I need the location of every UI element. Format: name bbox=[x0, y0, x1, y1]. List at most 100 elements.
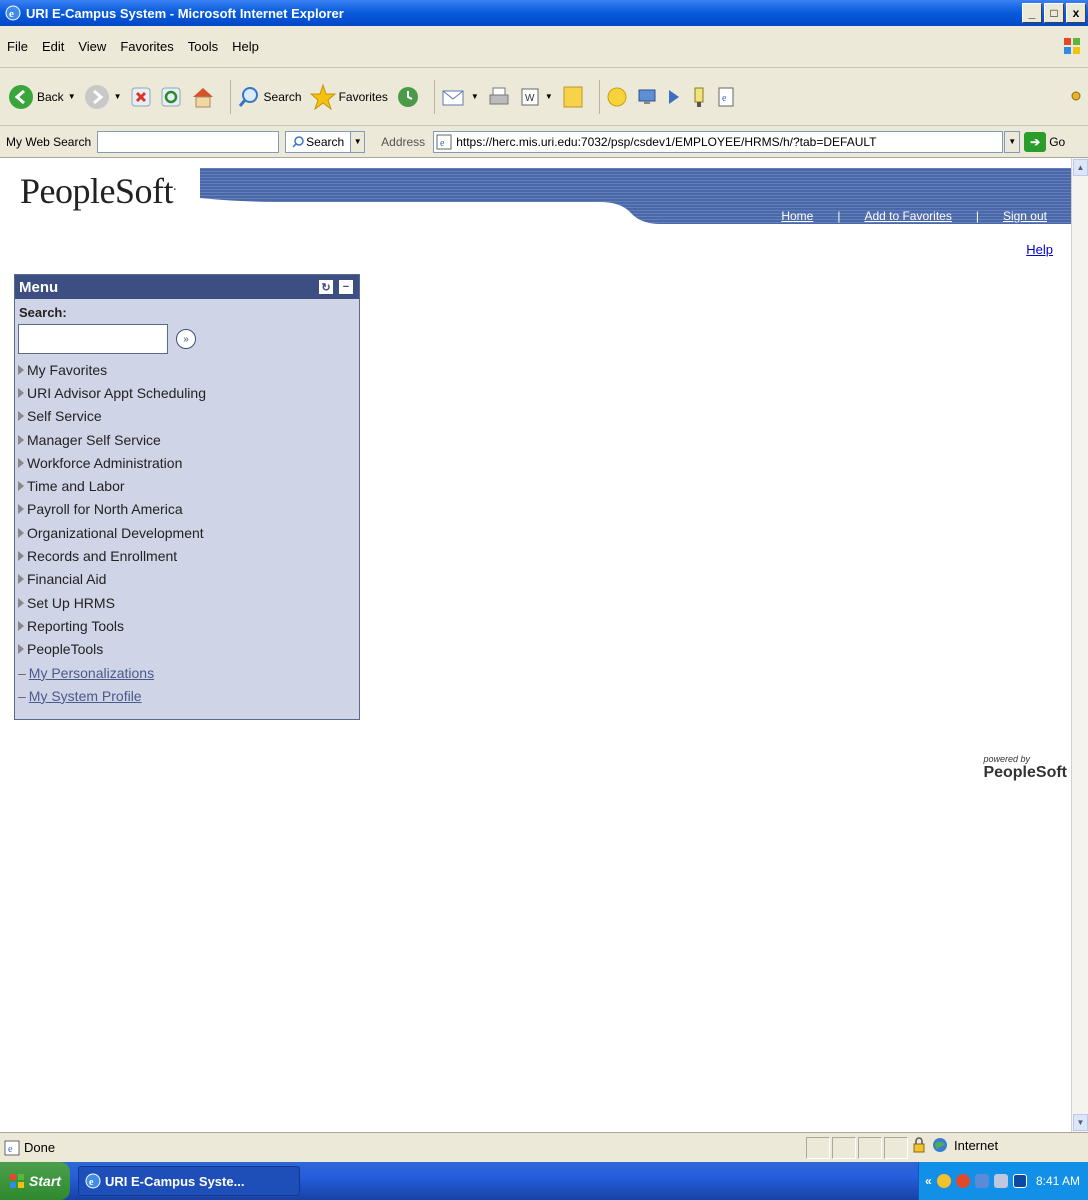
note-icon bbox=[563, 86, 583, 107]
edit-button[interactable]: W ▼ bbox=[519, 86, 553, 108]
menu-tools[interactable]: Tools bbox=[181, 39, 225, 54]
taskbar: Start e URI E-Campus Syste... « 8:41 AM bbox=[0, 1162, 1088, 1200]
menu-header: Menu ↻ − bbox=[15, 275, 359, 299]
window-titlebar[interactable]: e URI E-Campus System - Microsoft Intern… bbox=[0, 0, 1088, 26]
menu-help[interactable]: Help bbox=[225, 39, 266, 54]
start-button[interactable]: Start bbox=[0, 1162, 70, 1200]
menu-title: Menu bbox=[19, 278, 59, 296]
menu-item-label: Payroll for North America bbox=[27, 501, 183, 518]
menu-folder-reporting-tools[interactable]: Reporting Tools bbox=[15, 614, 359, 637]
svg-text:e: e bbox=[8, 1144, 13, 1155]
menu-file[interactable]: File bbox=[0, 39, 35, 54]
nav-separator: | bbox=[837, 209, 841, 223]
menu-favorites[interactable]: Favorites bbox=[113, 39, 180, 54]
go-button[interactable]: ➔ Go bbox=[1024, 131, 1065, 152]
refresh-pagelet-icon[interactable]: ↻ bbox=[319, 280, 333, 294]
toolbar-separator bbox=[433, 79, 435, 114]
mail-button[interactable]: ▼ bbox=[441, 85, 479, 109]
history-button[interactable] bbox=[396, 85, 420, 109]
forward-arrow-icon bbox=[84, 84, 109, 109]
computer-button[interactable] bbox=[636, 86, 658, 108]
print-button[interactable] bbox=[487, 85, 511, 109]
status-bar: e Done Internet bbox=[0, 1132, 1088, 1162]
edit-dropdown-icon[interactable]: ▼ bbox=[545, 92, 553, 101]
menu-folder-self-service[interactable]: Self Service bbox=[15, 405, 359, 428]
highlight-button[interactable] bbox=[690, 85, 708, 109]
clock: 8:41 AM bbox=[1035, 1174, 1080, 1188]
web-search-dropdown[interactable]: ▼ bbox=[351, 130, 366, 153]
messenger-button[interactable] bbox=[606, 86, 628, 108]
svg-text:W: W bbox=[525, 93, 535, 104]
forward-button[interactable]: ▼ bbox=[84, 84, 122, 110]
menu-folder-set-up-hrms[interactable]: Set Up HRMS bbox=[15, 591, 359, 614]
refresh-button[interactable] bbox=[160, 86, 182, 108]
shield-icon[interactable] bbox=[936, 1174, 951, 1188]
address-input[interactable]: e https://herc.mis.uri.edu:7032/psp/csde… bbox=[433, 130, 1004, 153]
close-button[interactable]: x bbox=[1066, 3, 1086, 23]
expand-triangle-icon bbox=[18, 364, 24, 375]
vertical-scrollbar[interactable]: ▲ ▼ bbox=[1071, 158, 1088, 1132]
favorites-button[interactable]: Favorites bbox=[309, 83, 388, 110]
menu-item-label: Self Service bbox=[27, 408, 102, 425]
back-dropdown-icon[interactable]: ▼ bbox=[68, 92, 76, 101]
forward-dropdown-icon[interactable]: ▼ bbox=[114, 92, 122, 101]
menu-search-input[interactable] bbox=[18, 324, 168, 354]
ie-page-button[interactable]: e bbox=[716, 86, 736, 108]
menu-item-label: URI Advisor Appt Scheduling bbox=[27, 384, 206, 401]
minimize-pagelet-icon[interactable]: − bbox=[339, 280, 353, 294]
menu-folder-workforce-administration[interactable]: Workforce Administration bbox=[15, 451, 359, 474]
play-icon bbox=[668, 89, 679, 104]
address-dropdown[interactable]: ▼ bbox=[1004, 130, 1021, 153]
sign-out-link[interactable]: Sign out bbox=[1003, 209, 1047, 223]
stop-button[interactable] bbox=[130, 86, 152, 108]
toolbar-separator bbox=[229, 79, 231, 114]
search-button[interactable]: Search bbox=[237, 85, 302, 109]
menu-folder-organizational-development[interactable]: Organizational Development bbox=[15, 521, 359, 544]
scroll-down-arrow-icon[interactable]: ▼ bbox=[1073, 1114, 1088, 1131]
aim-icon[interactable] bbox=[955, 1174, 970, 1188]
play-button[interactable] bbox=[666, 87, 682, 107]
menu-link-my-system-profile[interactable]: – My System Profile bbox=[15, 684, 359, 707]
menu-folder-my-favorites[interactable]: My Favorites bbox=[15, 358, 359, 381]
home-link[interactable]: Home bbox=[781, 209, 813, 223]
ie-icon: e bbox=[85, 1173, 101, 1189]
back-button[interactable]: Back ▼ bbox=[8, 84, 76, 110]
home-button[interactable] bbox=[190, 85, 216, 109]
windows-flag-icon bbox=[10, 1174, 25, 1188]
menu-folder-payroll[interactable]: Payroll for North America bbox=[15, 498, 359, 521]
expand-triangle-icon bbox=[18, 620, 24, 631]
ie-icon: e bbox=[5, 5, 21, 21]
add-to-favorites-link[interactable]: Add to Favorites bbox=[864, 209, 951, 223]
menu-folder-peopletools[interactable]: PeopleTools bbox=[15, 638, 359, 661]
menu-folder-records-and-enrollment[interactable]: Records and Enrollment bbox=[15, 544, 359, 567]
toolbar-extra-icon[interactable] bbox=[1070, 88, 1082, 104]
menu-folder-financial-aid[interactable]: Financial Aid bbox=[15, 568, 359, 591]
menu-folder-time-and-labor[interactable]: Time and Labor bbox=[15, 474, 359, 497]
security-zone: Internet bbox=[912, 1137, 998, 1153]
maximize-button[interactable]: □ bbox=[1044, 3, 1064, 23]
menu-folder-uri-advisor[interactable]: URI Advisor Appt Scheduling bbox=[15, 381, 359, 404]
menu-link-my-personalizations[interactable]: – My Personalizations bbox=[15, 661, 359, 684]
web-search-button[interactable]: Search bbox=[285, 130, 352, 153]
menu-edit[interactable]: Edit bbox=[35, 39, 71, 54]
peoplesoft-logo: PeopleSoft. bbox=[20, 171, 177, 211]
home-icon bbox=[192, 87, 213, 107]
discuss-button[interactable] bbox=[561, 84, 585, 110]
network-icon[interactable] bbox=[974, 1174, 989, 1188]
minimize-button[interactable]: _ bbox=[1022, 3, 1042, 23]
mail-dropdown-icon[interactable]: ▼ bbox=[471, 92, 479, 101]
app-tray-icon[interactable] bbox=[1012, 1174, 1027, 1188]
search-tray-icon[interactable] bbox=[993, 1174, 1008, 1188]
status-panel bbox=[806, 1137, 830, 1159]
taskbar-ie-window[interactable]: e URI E-Campus Syste... bbox=[78, 1166, 300, 1196]
menu-item-label: Financial Aid bbox=[27, 571, 107, 588]
help-link[interactable]: Help bbox=[1026, 242, 1053, 257]
status-panel bbox=[832, 1137, 856, 1159]
menu-folder-manager-self-service[interactable]: Manager Self Service bbox=[15, 428, 359, 451]
dash-icon: – bbox=[18, 687, 26, 704]
web-search-input[interactable] bbox=[97, 130, 280, 153]
menu-view[interactable]: View bbox=[71, 39, 113, 54]
scroll-up-arrow-icon[interactable]: ▲ bbox=[1073, 159, 1088, 176]
menu-search-go-button[interactable]: » bbox=[176, 329, 196, 349]
tray-expand-icon[interactable]: « bbox=[925, 1174, 932, 1188]
